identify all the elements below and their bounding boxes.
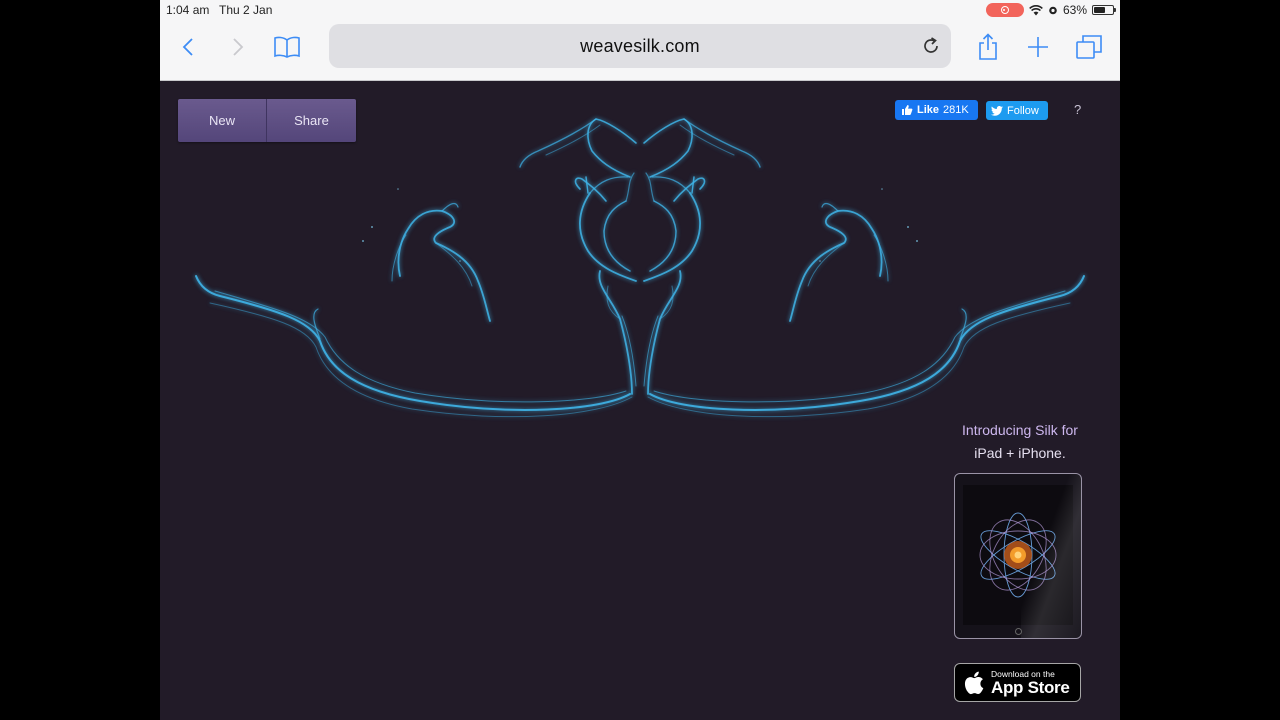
app-store-big-text: App Store (991, 677, 1070, 697)
status-bar: 1:04 am Thu 2 Jan 63% (160, 0, 1120, 20)
thumbs-up-icon (902, 105, 913, 115)
app-store-text: Download on the App Store (991, 669, 1070, 697)
status-date: Thu 2 Jan (219, 3, 273, 17)
home-button-icon (1015, 628, 1022, 635)
screen-recording-icon[interactable] (985, 3, 1024, 17)
toolbar-buttons: New Share (178, 99, 356, 142)
facebook-like-button[interactable]: Like 281K (895, 100, 978, 120)
tabs-icon[interactable] (1075, 33, 1103, 61)
battery-percent: 63% (1062, 3, 1087, 17)
promo-line-2: iPad + iPhone. (974, 445, 1066, 461)
silk-page: New Share Like 281K Follow ? Introducing… (160, 81, 1120, 720)
ipad-promo-image[interactable] (954, 473, 1082, 639)
url-text: weavesilk.com (580, 35, 700, 56)
ipad-screen: 1:04 am Thu 2 Jan 63% weavesilk.com New … (160, 0, 1120, 720)
app-store-small-text: Download on the (991, 668, 1055, 679)
bookmarks-icon[interactable] (273, 33, 301, 61)
share-icon[interactable] (974, 33, 1002, 61)
battery-icon (1092, 5, 1116, 15)
new-button[interactable]: New (178, 99, 267, 142)
promo-line-1: Introducing Silk for (962, 422, 1078, 438)
status-indicators: 63% (985, 2, 1116, 18)
reload-icon[interactable] (921, 36, 941, 56)
like-label: Like (917, 104, 940, 116)
twitter-follow-button[interactable]: Follow (986, 101, 1048, 120)
like-count: 281K (943, 104, 969, 116)
new-tab-icon[interactable] (1024, 33, 1052, 61)
help-link[interactable]: ? (1074, 102, 1081, 117)
wifi-icon (1029, 4, 1043, 15)
alarm-icon (1049, 6, 1057, 15)
share-button[interactable]: Share (267, 99, 356, 142)
address-bar[interactable]: weavesilk.com (329, 24, 951, 68)
screen-glare (1021, 474, 1081, 638)
twitter-bird-icon (991, 105, 1003, 116)
forward-icon[interactable] (224, 33, 252, 61)
app-store-badge[interactable]: Download on the App Store (954, 663, 1081, 702)
back-icon[interactable] (174, 33, 202, 61)
apple-logo-icon (964, 671, 984, 694)
silk-drawing (195, 118, 1085, 418)
browser-toolbar: weavesilk.com (160, 20, 1120, 81)
follow-label: Follow (1007, 104, 1039, 117)
status-time: 1:04 am (166, 3, 210, 17)
app-promo-text: Introducing Silk for iPad + iPhone. (950, 419, 1090, 465)
